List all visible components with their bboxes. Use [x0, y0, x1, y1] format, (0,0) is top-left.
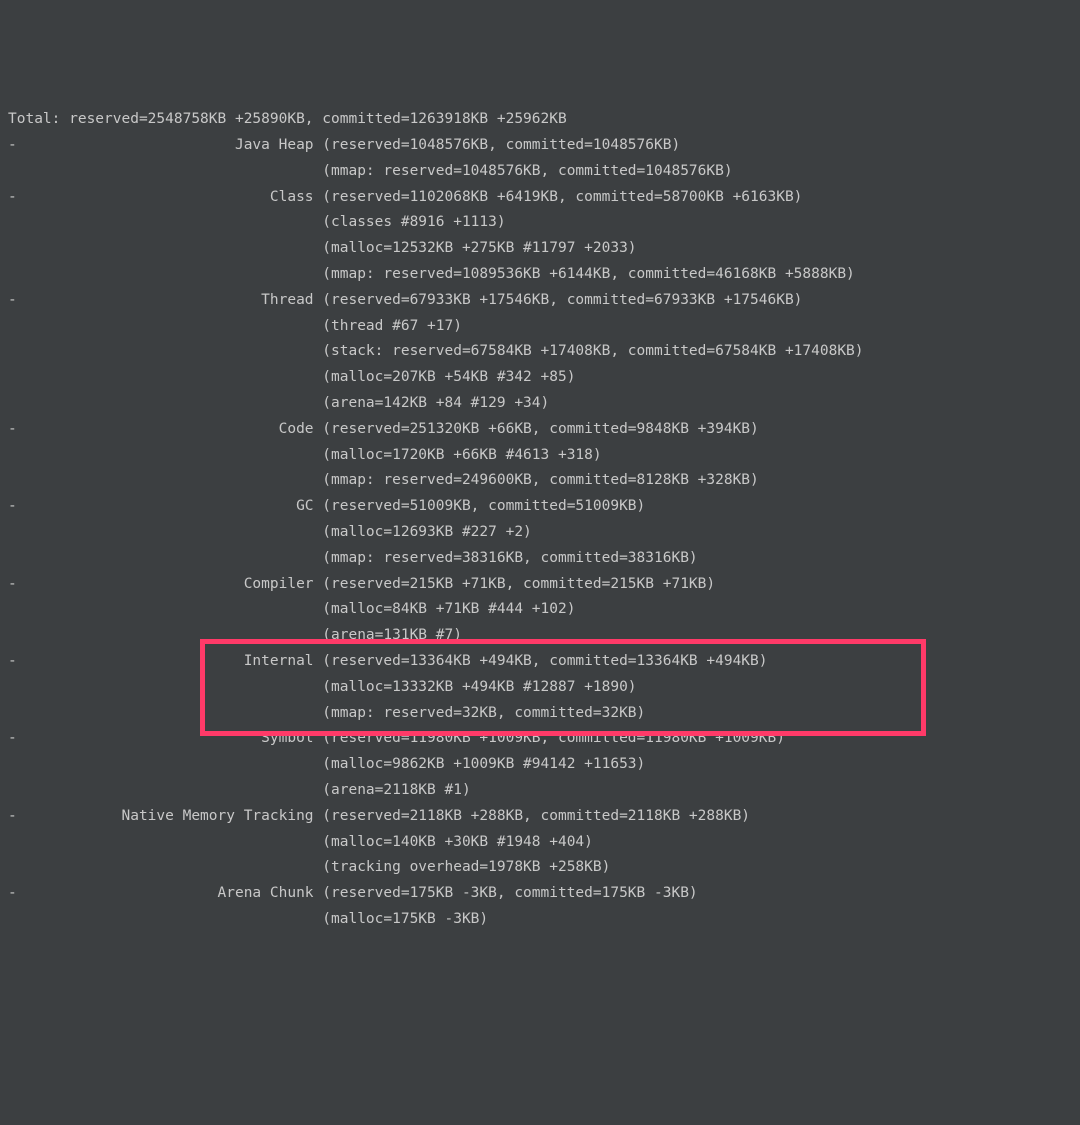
nmt-section-compiler-detail: (malloc=84KB +71KB #444 +102)	[8, 597, 1072, 623]
nmt-section-thread-detail: (stack: reserved=67584KB +17408KB, commi…	[8, 339, 1072, 365]
nmt-section-class: - Class (reserved=1102068KB +6419KB, com…	[8, 185, 1072, 211]
nmt-section-native-memory-tracking: - Native Memory Tracking (reserved=2118K…	[8, 804, 1072, 830]
nmt-section-internal: - Internal (reserved=13364KB +494KB, com…	[8, 649, 1072, 675]
nmt-section-thread: - Thread (reserved=67933KB +17546KB, com…	[8, 288, 1072, 314]
nmt-section-thread-detail: (arena=142KB +84 #129 +34)	[8, 391, 1072, 417]
nmt-section-compiler-detail: (arena=131KB #7)	[8, 623, 1072, 649]
nmt-section-code-detail: (malloc=1720KB +66KB #4613 +318)	[8, 443, 1072, 469]
nmt-section-gc-detail: (mmap: reserved=38316KB, committed=38316…	[8, 546, 1072, 572]
nmt-section-java-heap: - Java Heap (reserved=1048576KB, committ…	[8, 133, 1072, 159]
nmt-section-gc-detail: (malloc=12693KB #227 +2)	[8, 520, 1072, 546]
nmt-section-class-detail: (classes #8916 +1113)	[8, 210, 1072, 236]
nmt-section-symbol: - Symbol (reserved=11980KB +1009KB, comm…	[8, 726, 1072, 752]
nmt-section-code-detail: (mmap: reserved=249600KB, committed=8128…	[8, 468, 1072, 494]
nmt-section-native-memory-tracking-detail: (tracking overhead=1978KB +258KB)	[8, 855, 1072, 881]
nmt-section-symbol-detail: (malloc=9862KB +1009KB #94142 +11653)	[8, 752, 1072, 778]
nmt-section-compiler: - Compiler (reserved=215KB +71KB, commit…	[8, 572, 1072, 598]
nmt-section-gc: - GC (reserved=51009KB, committed=51009K…	[8, 494, 1072, 520]
nmt-section-thread-detail: (malloc=207KB +54KB #342 +85)	[8, 365, 1072, 391]
nmt-total-line: Total: reserved=2548758KB +25890KB, comm…	[8, 107, 1072, 133]
nmt-section-class-detail: (mmap: reserved=1089536KB +6144KB, commi…	[8, 262, 1072, 288]
nmt-section-internal-detail: (malloc=13332KB +494KB #12887 +1890)	[8, 675, 1072, 701]
nmt-section-internal-detail: (mmap: reserved=32KB, committed=32KB)	[8, 701, 1072, 727]
nmt-output: Total: reserved=2548758KB +25890KB, comm…	[8, 107, 1072, 933]
nmt-section-code: - Code (reserved=251320KB +66KB, committ…	[8, 417, 1072, 443]
nmt-section-native-memory-tracking-detail: (malloc=140KB +30KB #1948 +404)	[8, 830, 1072, 856]
nmt-section-arena-chunk-detail: (malloc=175KB -3KB)	[8, 907, 1072, 933]
nmt-section-thread-detail: (thread #67 +17)	[8, 314, 1072, 340]
nmt-section-java-heap-detail: (mmap: reserved=1048576KB, committed=104…	[8, 159, 1072, 185]
nmt-section-symbol-detail: (arena=2118KB #1)	[8, 778, 1072, 804]
nmt-section-class-detail: (malloc=12532KB +275KB #11797 +2033)	[8, 236, 1072, 262]
nmt-section-arena-chunk: - Arena Chunk (reserved=175KB -3KB, comm…	[8, 881, 1072, 907]
